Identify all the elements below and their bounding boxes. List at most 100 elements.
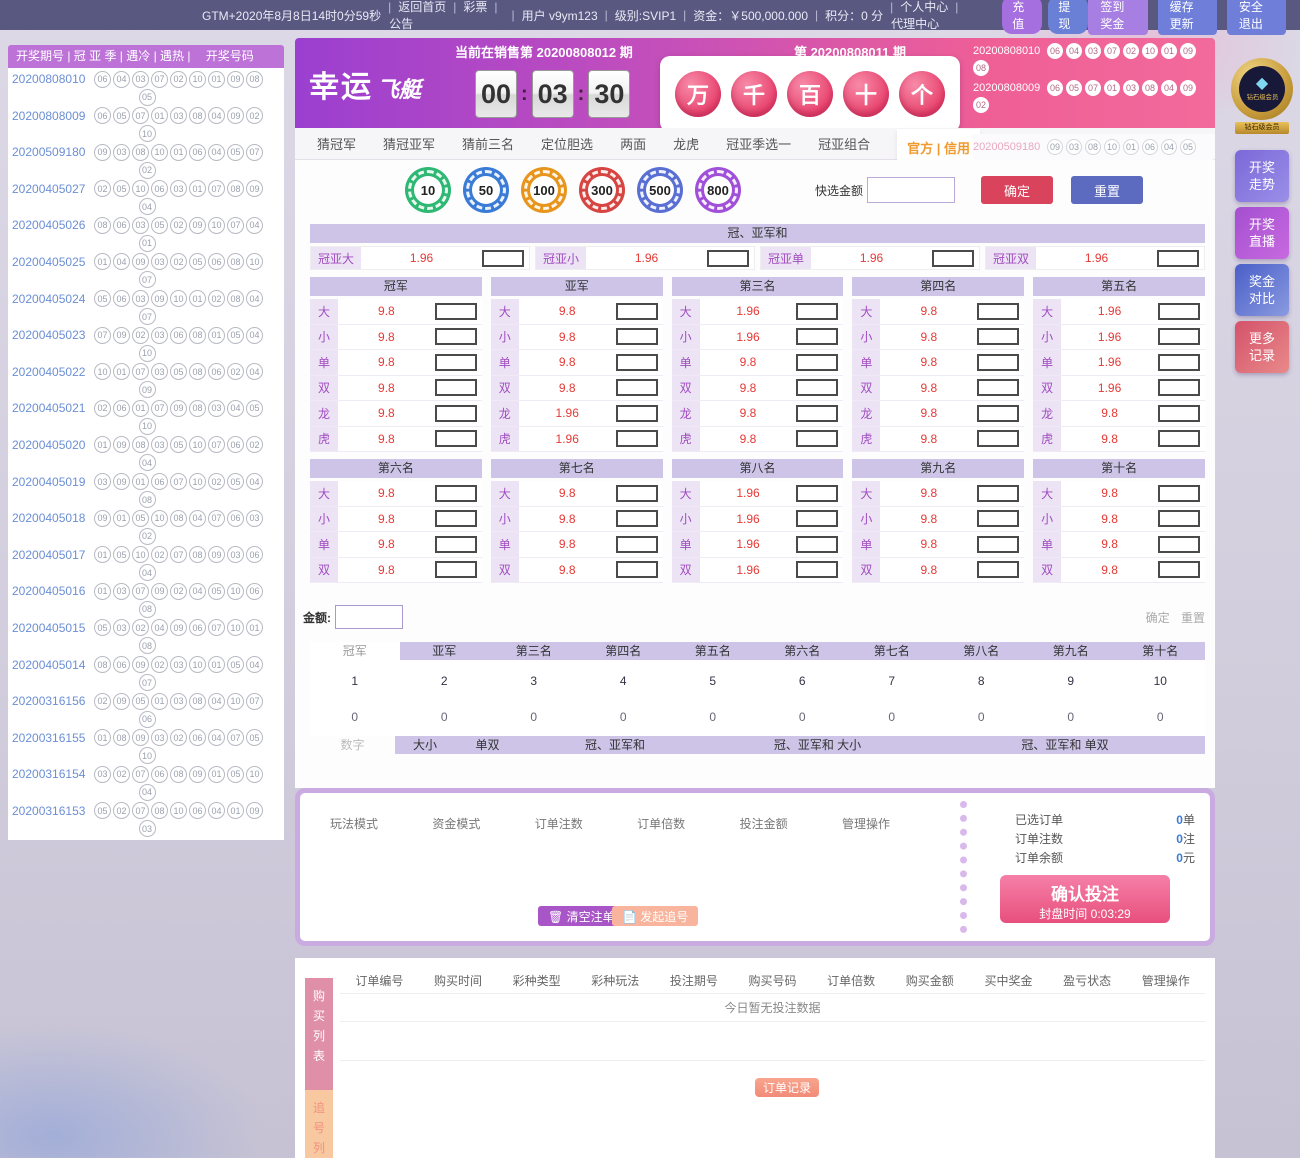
number-cell[interactable]: 5 (668, 660, 758, 702)
bet-cell[interactable]: 大9.8 (1033, 481, 1205, 507)
bet-cell[interactable]: 大1.96 (672, 299, 844, 325)
floating-button[interactable]: 更多记录 (1235, 321, 1289, 373)
position-tab[interactable]: 第十名 (1116, 642, 1206, 660)
bet-cell[interactable]: 虎9.8 (310, 427, 482, 453)
bet-cell[interactable]: 单9.8 (852, 532, 1024, 558)
bet-amount-input[interactable] (435, 485, 477, 502)
bet-cell[interactable]: 大9.8 (310, 481, 482, 507)
bet-amount-input[interactable] (796, 561, 838, 578)
bet-amount-input[interactable] (616, 561, 658, 578)
position-tab[interactable]: 第六名 (758, 642, 848, 660)
bet-cell[interactable]: 小9.8 (310, 325, 482, 351)
bet-cell[interactable]: 双1.96 (1033, 376, 1205, 402)
bet-amount-input[interactable] (435, 536, 477, 553)
bet-cell[interactable]: 大9.8 (310, 299, 482, 325)
position-tab[interactable]: 第五名 (668, 642, 758, 660)
bet-amount-input[interactable] (977, 354, 1019, 371)
bet-cell[interactable]: 单1.96 (672, 532, 844, 558)
position-tab[interactable]: 第三名 (489, 642, 579, 660)
mode-tab[interactable]: 冠、亚军和 (520, 736, 710, 754)
lottery-history-row[interactable]: 2020040501809010510080407060302 (12, 509, 284, 546)
topbar-link[interactable]: 个人中心 (900, 0, 948, 14)
number-cell[interactable]: 3 (489, 660, 579, 702)
play-tab[interactable]: 两面 (620, 134, 646, 153)
number-cell[interactable]: 7 (847, 660, 937, 702)
topbar-nav-link[interactable]: 返回首页 (398, 0, 446, 14)
bet-amount-input[interactable] (482, 250, 524, 267)
bet-amount-input[interactable] (796, 328, 838, 345)
bet-cell[interactable]: 双9.8 (491, 558, 663, 584)
bet-amount-input[interactable] (435, 430, 477, 447)
bet-amount-input[interactable] (616, 379, 658, 396)
amount-input[interactable] (335, 605, 403, 629)
floating-button[interactable]: 开奖走势 (1235, 150, 1289, 202)
bet-amount-input[interactable] (616, 536, 658, 553)
tab-chase-list[interactable]: 追号列表 (305, 1090, 333, 1158)
sum-bet-cell[interactable]: 冠亚大1.96 (310, 246, 530, 270)
number-cell[interactable]: 10 (1116, 660, 1206, 702)
bet-amount-input[interactable] (616, 303, 658, 320)
quick-amount-input[interactable] (867, 177, 955, 203)
bet-cell[interactable]: 大9.8 (491, 481, 663, 507)
bet-amount-input[interactable] (977, 379, 1019, 396)
history-list[interactable]: 2020080801006040307021001090805202008080… (8, 68, 284, 840)
play-tab[interactable]: 龙虎 (673, 134, 699, 153)
lottery-history-row[interactable]: 2020040501505030204090607100108 (12, 619, 284, 656)
bet-amount-input[interactable] (977, 405, 1019, 422)
bet-amount-input[interactable] (616, 354, 658, 371)
bet-cell[interactable]: 虎9.8 (672, 427, 844, 453)
lottery-history-row[interactable]: 2020040502501040903020506081007 (12, 253, 284, 290)
bet-chip[interactable]: 500 (637, 167, 683, 213)
number-cell[interactable]: 2 (400, 660, 490, 702)
bet-amount-input[interactable] (977, 510, 1019, 527)
bet-chip[interactable]: 100 (521, 167, 567, 213)
bet-amount-input[interactable] (616, 510, 658, 527)
position-tab[interactable]: 冠军 (310, 642, 400, 660)
bet-amount-input[interactable] (616, 405, 658, 422)
sum-bet-cell[interactable]: 冠亚双1.96 (985, 246, 1205, 270)
lottery-history-row[interactable]: 2020040502608060305020910070401 (12, 216, 284, 253)
bet-cell[interactable]: 小9.8 (852, 325, 1024, 351)
number-cell[interactable]: 1 (310, 660, 400, 702)
bet-cell[interactable]: 虎9.8 (1033, 427, 1205, 453)
bet-cell[interactable]: 大9.8 (491, 299, 663, 325)
lottery-history-row[interactable]: 2020040501601030709020405100608 (12, 582, 284, 619)
number-cell[interactable]: 8 (937, 660, 1027, 702)
bet-chip[interactable]: 50 (463, 167, 509, 213)
bet-cell[interactable]: 单9.8 (310, 350, 482, 376)
amount-confirm-link[interactable]: 确定 (1146, 611, 1170, 625)
bet-cell[interactable]: 单1.96 (1033, 350, 1205, 376)
bet-amount-input[interactable] (1158, 485, 1200, 502)
lottery-history-row[interactable]: 2020040501903090106071002050408 (12, 473, 284, 510)
bet-amount-input[interactable] (977, 485, 1019, 502)
bet-amount-input[interactable] (796, 485, 838, 502)
bet-cell[interactable]: 龙9.8 (1033, 401, 1205, 427)
play-tab[interactable]: 定位胆选 (541, 134, 593, 153)
bet-amount-input[interactable] (796, 536, 838, 553)
confirm-bet-button[interactable]: 确认投注 封盘时间 0:03:29 (1000, 875, 1170, 923)
bet-cell[interactable]: 双9.8 (310, 376, 482, 402)
bet-amount-input[interactable] (435, 561, 477, 578)
lottery-history-row[interactable]: 2020031615501080903020604070510 (12, 729, 284, 766)
number-cell[interactable]: 4 (579, 660, 669, 702)
bet-amount-input[interactable] (796, 430, 838, 447)
bet-amount-input[interactable] (435, 354, 477, 371)
bet-cell[interactable]: 大1.96 (1033, 299, 1205, 325)
bet-cell[interactable]: 小9.8 (852, 507, 1024, 533)
mode-tab[interactable]: 数字 (310, 736, 395, 754)
bet-cell[interactable]: 小9.8 (310, 507, 482, 533)
bet-amount-input[interactable] (1158, 561, 1200, 578)
topbar-nav-link[interactable]: 彩票 (463, 0, 487, 14)
lottery-history-row[interactable]: 2020031615403020706080901051004 (12, 765, 284, 802)
position-tab[interactable]: 第八名 (937, 642, 1027, 660)
bet-amount-input[interactable] (796, 510, 838, 527)
number-cell[interactable]: 6 (758, 660, 848, 702)
lottery-history-row[interactable]: 2020050918009030810010604050702 (12, 143, 284, 180)
bet-amount-input[interactable] (1158, 328, 1200, 345)
bet-chip[interactable]: 10 (405, 167, 451, 213)
bet-amount-input[interactable] (435, 379, 477, 396)
number-cell[interactable]: 9 (1026, 660, 1116, 702)
lottery-history-row[interactable]: 2020031615602090501030804100706 (12, 692, 284, 729)
order-record-button[interactable]: 订单记录 (755, 1078, 819, 1097)
bet-cell[interactable]: 单9.8 (852, 350, 1024, 376)
